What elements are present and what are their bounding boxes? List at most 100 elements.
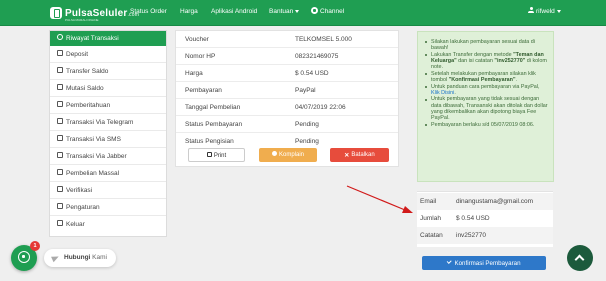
sidebar-item-keluar[interactable]: Keluar	[50, 216, 166, 233]
detail-row-nomor-hp: Nomor HP 082321469075	[176, 48, 398, 65]
instruction-text: dan isi catatan	[456, 58, 495, 64]
instruction-item: Setelah melakukan pembayaran silakan kli…	[418, 71, 553, 83]
detail-label: Voucher	[185, 36, 209, 43]
sidebar-item-pembelian-massal[interactable]: Pembelian Massal	[50, 165, 166, 182]
nav-aplikasi-android[interactable]: Aplikasi Android	[211, 8, 257, 15]
instruction-button-name: "Konfirmasi Pembayaran"	[448, 77, 516, 83]
instruction-text: Lakukan Transfer dengan metode	[431, 51, 514, 58]
detail-label: Nomor HP	[185, 53, 216, 60]
instruction-item: Pembayaran berlaku s/d 05/07/2019 08:06.	[418, 122, 553, 128]
nav-channel[interactable]: Channel	[311, 7, 344, 15]
detail-label: Tanggal Pembelian	[185, 104, 241, 111]
instruction-item: Silakan lakukan pembayaran sesuai data d…	[418, 39, 553, 51]
sidebar-item-pemberitahuan[interactable]: Pemberitahuan	[50, 97, 166, 114]
klik-disini-link[interactable]: Klik Disini	[431, 90, 454, 96]
instruction-text: Pembayaran berlaku s/d 05/07/2019 08:06.	[431, 121, 535, 128]
detail-row-pembayaran: Pembayaran PayPal	[176, 82, 398, 99]
instruction-item: Untuk panduan cara pembayaran via PayPal…	[418, 84, 553, 96]
sidebar-item-label: Transaksi Via Telegram	[66, 119, 134, 126]
check-icon	[447, 258, 452, 264]
sidebar-item-label: Keluar	[66, 221, 85, 228]
print-button[interactable]: Print	[188, 148, 245, 162]
detail-row-status-pembayaran: Status Pembayaran Pending	[176, 116, 398, 133]
detail-row-voucher: Voucher TELKOMSEL 5.000	[176, 31, 398, 48]
konfirmasi-pembayaran-button[interactable]: Konfirmasi Pembayaran	[422, 256, 546, 270]
nav-status-order[interactable]: Status Order	[130, 8, 167, 15]
history-icon	[57, 34, 63, 41]
batalkan-button-label: Batalkan	[351, 151, 375, 158]
sidebar-item-verifikasi[interactable]: Verifikasi	[50, 182, 166, 199]
brand-logo-icon	[50, 7, 62, 19]
nav-bantuan-label: Bantuan	[269, 8, 294, 15]
whatsapp-icon	[18, 251, 30, 263]
payment-row-catatan: Catatan inv252770	[417, 227, 553, 244]
channel-icon	[311, 7, 318, 14]
close-icon: ✕	[344, 152, 350, 159]
annotation-arrow-line	[346, 185, 406, 211]
payment-label: Jumlah	[420, 215, 441, 222]
chevron-down-icon	[556, 9, 561, 13]
warning-icon	[271, 150, 277, 156]
detail-value: Pending	[295, 138, 319, 145]
chevron-down-icon	[295, 9, 300, 13]
sidebar-item-transaksi-telegram[interactable]: Transaksi Via Telegram	[50, 114, 166, 131]
brand-name: PulsaSeluler.com	[65, 7, 140, 19]
detail-value: $ 0.54 USD	[295, 70, 329, 77]
bell-icon	[57, 101, 63, 108]
instruction-item: Lakukan Transfer dengan metode "Teman da…	[418, 52, 553, 71]
user-icon	[528, 7, 534, 14]
nav-harga[interactable]: Harga	[180, 8, 198, 15]
komplain-button[interactable]: Komplain	[259, 148, 317, 162]
sidebar-item-deposit[interactable]: Deposit	[50, 46, 166, 63]
brand-logo-link[interactable]: PulsaSeluler.com PULSA MURAH ONLINE	[50, 6, 140, 22]
instruction-text: Untuk pembayaran yang tidak sesuai denga…	[431, 96, 548, 121]
instruction-text: .	[515, 77, 518, 83]
user-menu-dropdown[interactable]: rifweld	[528, 7, 561, 15]
payment-info-table: Email dinangustama@gmail.com Jumlah $ 0.54…	[417, 191, 553, 247]
sidebar-item-transaksi-jabber[interactable]: Transaksi Via Jabber	[50, 148, 166, 165]
detail-label: Pembayaran	[185, 87, 222, 94]
sidebar-item-label: Pemberitahuan	[66, 102, 111, 109]
mutasi-icon	[57, 84, 63, 91]
sidebar-item-transaksi-sms[interactable]: Transaksi Via SMS	[50, 131, 166, 148]
instruction-text: Silakan lakukan pembayaran sesuai data d…	[431, 39, 535, 52]
konfirmasi-pembayaran-label: Konfirmasi Pembayaran	[454, 259, 521, 267]
detail-value: 082321469075	[295, 53, 339, 60]
sidebar-item-transfer-saldo[interactable]: Transfer Saldo	[50, 63, 166, 80]
check-icon	[57, 186, 63, 193]
sidebar-item-label: Pengaturan	[66, 204, 100, 211]
payment-label: Email	[420, 198, 437, 205]
nav-bantuan-dropdown[interactable]: Bantuan	[269, 8, 300, 15]
payment-value: dinangustama@gmail.com	[456, 198, 534, 205]
transfer-icon	[57, 67, 63, 74]
send-icon	[51, 253, 60, 263]
kami-label: Kami	[92, 254, 107, 261]
sidebar-item-label: Mutasi Saldo	[66, 85, 104, 92]
cart-icon	[57, 169, 63, 176]
payment-value: inv252770	[456, 232, 486, 239]
brand-tagline: PULSA MURAH ONLINE	[65, 18, 99, 22]
scroll-to-top-button[interactable]	[567, 245, 593, 271]
hubungi-kami-button[interactable]: Hubungi Kami	[44, 249, 116, 267]
sidebar-item-label: Verifikasi	[66, 187, 93, 194]
print-button-label: Print	[213, 152, 227, 159]
sidebar-item-mutasi-saldo[interactable]: Mutasi Saldo	[50, 80, 166, 97]
printer-icon	[206, 151, 212, 157]
gear-icon	[57, 203, 63, 210]
instruction-text: .	[454, 89, 456, 96]
sidebar-item-riwayat-transaksi[interactable]: Riwayat Transaksi	[50, 31, 166, 46]
order-details-panel: Voucher TELKOMSEL 5.000 Nomor HP 082321469…	[175, 30, 399, 167]
instruction-text: Untuk panduan cara pembayaran via PayPal…	[431, 83, 540, 90]
payment-value: $ 0.54 USD	[456, 215, 490, 222]
chat-icon	[57, 152, 63, 159]
detail-label: Harga	[185, 70, 203, 77]
batalkan-button[interactable]: ✕ Batalkan	[330, 148, 389, 162]
detail-row-harga: Harga $ 0.54 USD	[176, 65, 398, 82]
detail-value: 04/07/2019 22:06	[295, 104, 346, 111]
sidebar-item-label: Transaksi Via SMS	[66, 136, 121, 143]
sidebar-item-pengaturan[interactable]: Pengaturan	[50, 199, 166, 216]
sidebar-item-label: Transaksi Via Jabber	[66, 153, 127, 160]
sidebar-item-label: Transfer Saldo	[66, 68, 109, 75]
telegram-icon	[57, 118, 63, 125]
payment-instructions-alert: Silakan lakukan pembayaran sesuai data d…	[417, 31, 554, 182]
